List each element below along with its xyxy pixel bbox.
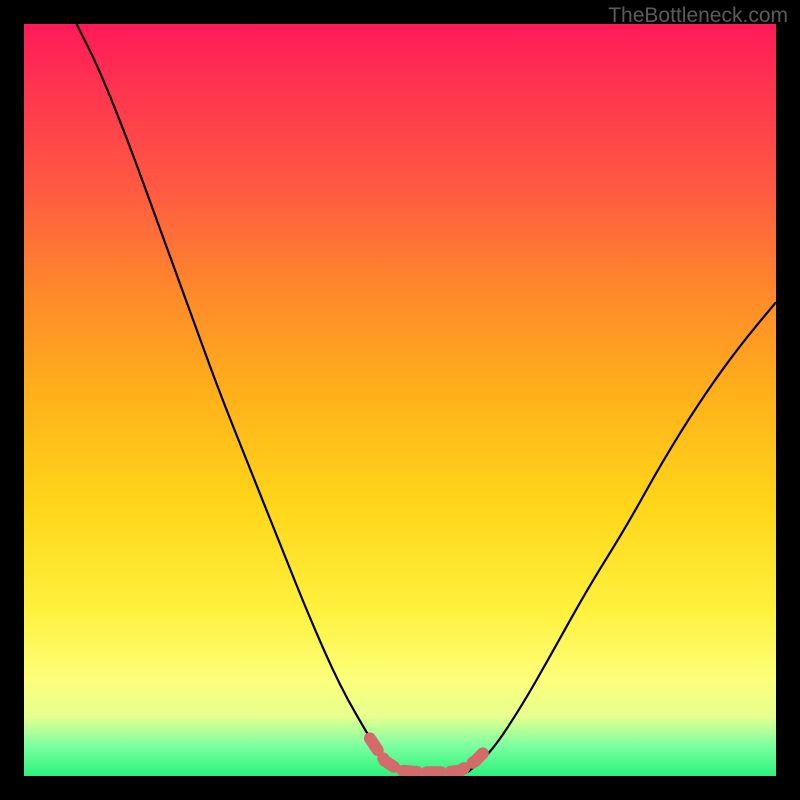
right-curve-path <box>468 302 776 772</box>
watermark-text: TheBottleneck.com <box>608 4 788 28</box>
bottom-highlight-path <box>370 738 487 772</box>
chart-curves <box>24 24 776 776</box>
left-curve-path <box>77 24 400 772</box>
plot-area <box>24 24 776 776</box>
chart-frame: TheBottleneck.com <box>0 0 800 800</box>
